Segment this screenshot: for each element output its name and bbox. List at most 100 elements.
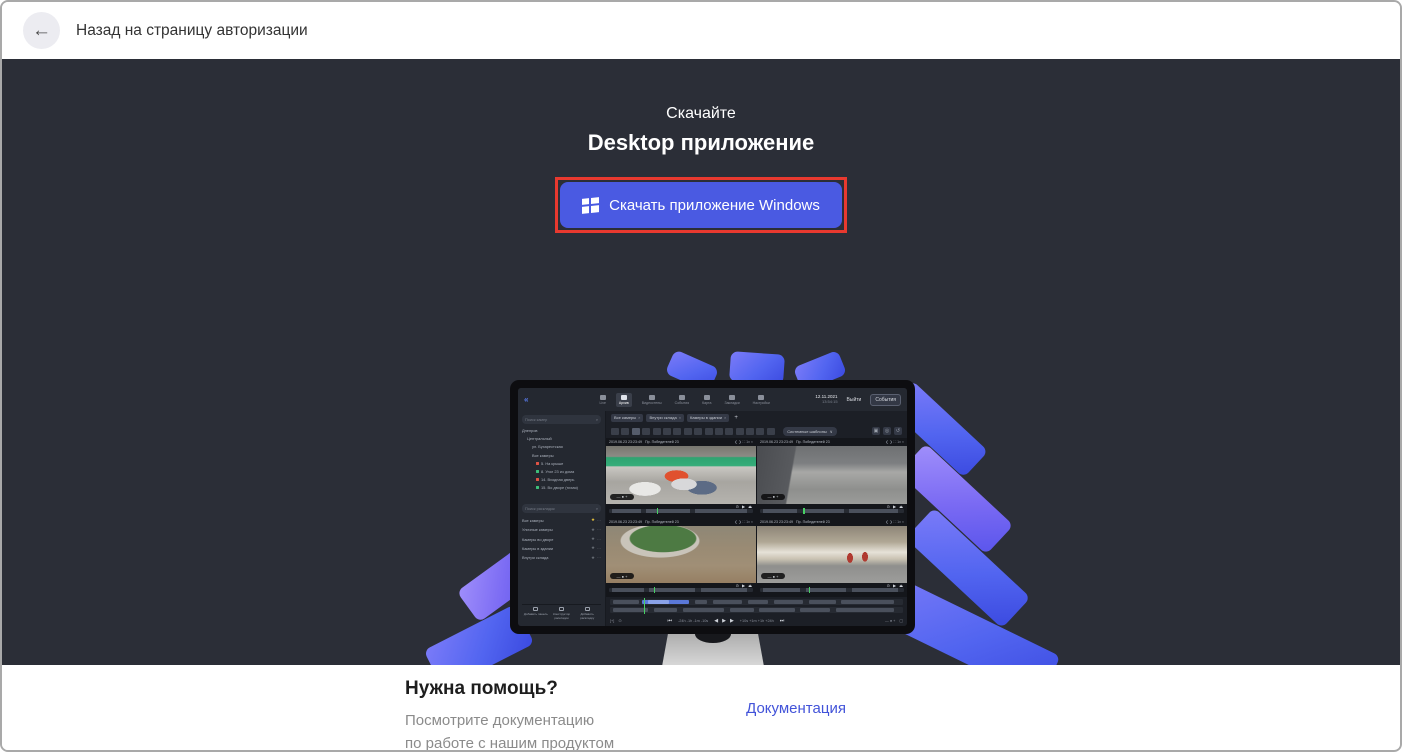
breadcrumb-chip[interactable]: Внутри склада× — [646, 414, 684, 422]
vms-nav-bookmarks[interactable]: Закладки — [722, 393, 743, 407]
close-icon: × — [902, 520, 904, 524]
tree-node-camera[interactable]: 15. Во дворе (тихая) — [522, 485, 601, 490]
layout-builder-button[interactable]: Конструктор раскладок — [549, 607, 575, 620]
tree-node[interactable]: Все камеры — [522, 453, 601, 458]
zoom-control[interactable]: — ● + — [610, 573, 634, 579]
volume-slider[interactable]: — ● + — [885, 619, 895, 623]
grid-layout-icon[interactable] — [715, 428, 723, 435]
layout-item[interactable]: Внутри склада★⋯ — [522, 555, 601, 561]
grid-layout-icon[interactable] — [621, 428, 629, 435]
close-icon[interactable]: × — [638, 415, 640, 420]
tree-node[interactable]: Днепров — [522, 428, 601, 433]
fullscreen-icon: ⛶ — [894, 440, 897, 444]
layout-grid-row: Системные шаблоны∨ ▣ ◎ ↺ — [606, 424, 907, 438]
app-window: ← Назад на страницу авторизации Скачайте… — [0, 0, 1402, 752]
vms-top-bar: « Live Архив Видеостены События Карта За… — [518, 388, 907, 411]
star-icon[interactable]: ★ — [591, 536, 595, 542]
breadcrumb-chip[interactable]: Камеры в здании× — [687, 414, 729, 422]
camera-status-icon — [536, 486, 539, 489]
grid-layout-icon[interactable] — [736, 428, 744, 435]
grid-layout-icon[interactable] — [632, 428, 640, 435]
camera-tile[interactable]: 2019.06.23 23:23:49Пр. Победителей 23 ❮ … — [757, 518, 907, 597]
tool-icon[interactable]: ↺ — [894, 427, 902, 435]
vms-logout-button[interactable]: Выйти — [843, 395, 866, 405]
documentation-link[interactable]: Документация — [746, 700, 846, 717]
more-icon[interactable]: ⋯ — [597, 518, 601, 523]
breadcrumb-chip[interactable]: Все камеры× — [611, 414, 643, 422]
close-icon[interactable]: × — [724, 415, 726, 420]
vms-nav-events[interactable]: События — [672, 393, 692, 407]
camera-feed-houses[interactable]: — ● + — [757, 526, 907, 584]
grid-layout-icon[interactable] — [725, 428, 733, 435]
grid-layout-icon[interactable] — [663, 428, 671, 435]
vms-nav-map[interactable]: Карта — [699, 393, 714, 407]
more-icon[interactable]: ⋯ — [597, 555, 601, 560]
camera-timeline[interactable]: ⊙ ▶ ⏏ — [757, 583, 907, 596]
grid-layout-icon[interactable] — [684, 428, 692, 435]
vms-camera-search[interactable]: Поиск камер⌕ — [522, 415, 601, 424]
layout-item[interactable]: Камеры во дворе★⋯ — [522, 536, 601, 542]
global-timeline[interactable]: [+]⊙ ⏮ -24h -1h -1m -10s ◀▶▶ +10s +1m +1… — [606, 596, 907, 626]
events-icon — [679, 395, 685, 400]
more-icon[interactable]: ⋯ — [597, 546, 601, 551]
grid-layout-icon[interactable] — [673, 428, 681, 435]
tree-node-camera[interactable]: 8. Угол 23 из дома — [522, 469, 601, 474]
layout-item[interactable]: Уличные камеры★⋯ — [522, 527, 601, 533]
templates-dropdown[interactable]: Системные шаблоны∨ — [783, 427, 836, 436]
camera-feed-street-shop[interactable]: — ● + — [606, 446, 756, 504]
tree-node[interactable]: Центральный — [522, 436, 601, 441]
more-icon[interactable]: ⋯ — [597, 527, 601, 532]
playback-controls[interactable]: [+]⊙ ⏮ -24h -1h -1m -10s ◀▶▶ +10s +1m +1… — [610, 615, 903, 626]
tree-node-camera[interactable]: 14. Входная дверь — [522, 477, 601, 482]
back-button[interactable]: ← — [23, 12, 60, 49]
layout-item[interactable]: Камеры в здании★⋯ — [522, 545, 601, 551]
camera-tile[interactable]: 2019.06.23 23:23:49Пр. Победителей 23 ❮ … — [757, 438, 907, 517]
close-icon[interactable]: × — [679, 415, 681, 420]
add-layout-button[interactable]: Добавить раскладку — [574, 607, 600, 620]
star-icon[interactable]: ★ — [591, 545, 595, 551]
close-icon: × — [751, 520, 753, 524]
grid-layout-icon[interactable] — [746, 428, 754, 435]
camera-timeline[interactable]: ⊙ ▶ ⏏ — [606, 504, 756, 517]
fullscreen-toggle-icon[interactable]: ▢ — [899, 618, 903, 623]
camera-feed-roundabout[interactable]: — ● + — [606, 526, 756, 584]
vms-nav-settings[interactable]: Настройки — [750, 393, 773, 407]
zoom-control[interactable]: — ● + — [610, 494, 634, 500]
next-icon: ❯ — [739, 440, 742, 444]
zoom-control[interactable]: — ● + — [761, 494, 785, 500]
tool-icon[interactable]: ◎ — [883, 427, 891, 435]
camera-tile[interactable]: 2019.06.23 23:23:49Пр. Победителей 23 ❮ … — [606, 438, 756, 517]
vms-nav-videowalls[interactable]: Видеостены — [639, 393, 665, 407]
camera-feed-street[interactable]: — ● + — [757, 446, 907, 504]
add-tab-icon[interactable]: + — [734, 415, 738, 421]
download-windows-button[interactable]: Скачать приложение Windows — [560, 182, 842, 228]
highlight-annotation: Скачать приложение Windows — [555, 177, 847, 233]
star-icon[interactable]: ★ — [591, 517, 595, 523]
prev-icon: ❮ — [735, 520, 738, 524]
camera-timeline[interactable]: ⊙ ▶ ⏏ — [757, 504, 907, 517]
star-icon[interactable]: ★ — [591, 527, 595, 533]
vms-layout-search[interactable]: Поиск раскладок⌕ — [522, 504, 601, 513]
grid-layout-icon[interactable] — [705, 428, 713, 435]
camera-timeline[interactable]: ⊙ ▶ ⏏ — [606, 583, 756, 596]
tree-node[interactable]: ул. Бухарестская — [522, 444, 601, 449]
prev-icon: ❮ — [886, 520, 889, 524]
grid-layout-icon[interactable] — [653, 428, 661, 435]
tree-node-camera[interactable]: 5. На крыше — [522, 461, 601, 466]
zoom-control[interactable]: — ● + — [761, 573, 785, 579]
add-panel-button[interactable]: Добавить панель — [523, 607, 549, 620]
layout-item[interactable]: Все камеры★⋯ — [522, 517, 601, 523]
more-icon[interactable]: ⋯ — [597, 537, 601, 542]
grid-layout-icon[interactable] — [767, 428, 775, 435]
vms-nav-archive[interactable]: Архив — [616, 393, 632, 407]
scale-label: 1x — [897, 440, 901, 444]
vms-events-button[interactable]: События — [870, 394, 901, 406]
star-icon[interactable]: ★ — [591, 555, 595, 561]
grid-layout-icon[interactable] — [694, 428, 702, 435]
tool-icon[interactable]: ▣ — [872, 427, 880, 435]
camera-tile[interactable]: 2019.06.23 23:23:49Пр. Победителей 23 ❮ … — [606, 518, 756, 597]
grid-layout-icon[interactable] — [642, 428, 650, 435]
grid-layout-icon[interactable] — [611, 428, 619, 435]
vms-nav-live[interactable]: Live — [597, 393, 609, 407]
grid-layout-icon[interactable] — [756, 428, 764, 435]
